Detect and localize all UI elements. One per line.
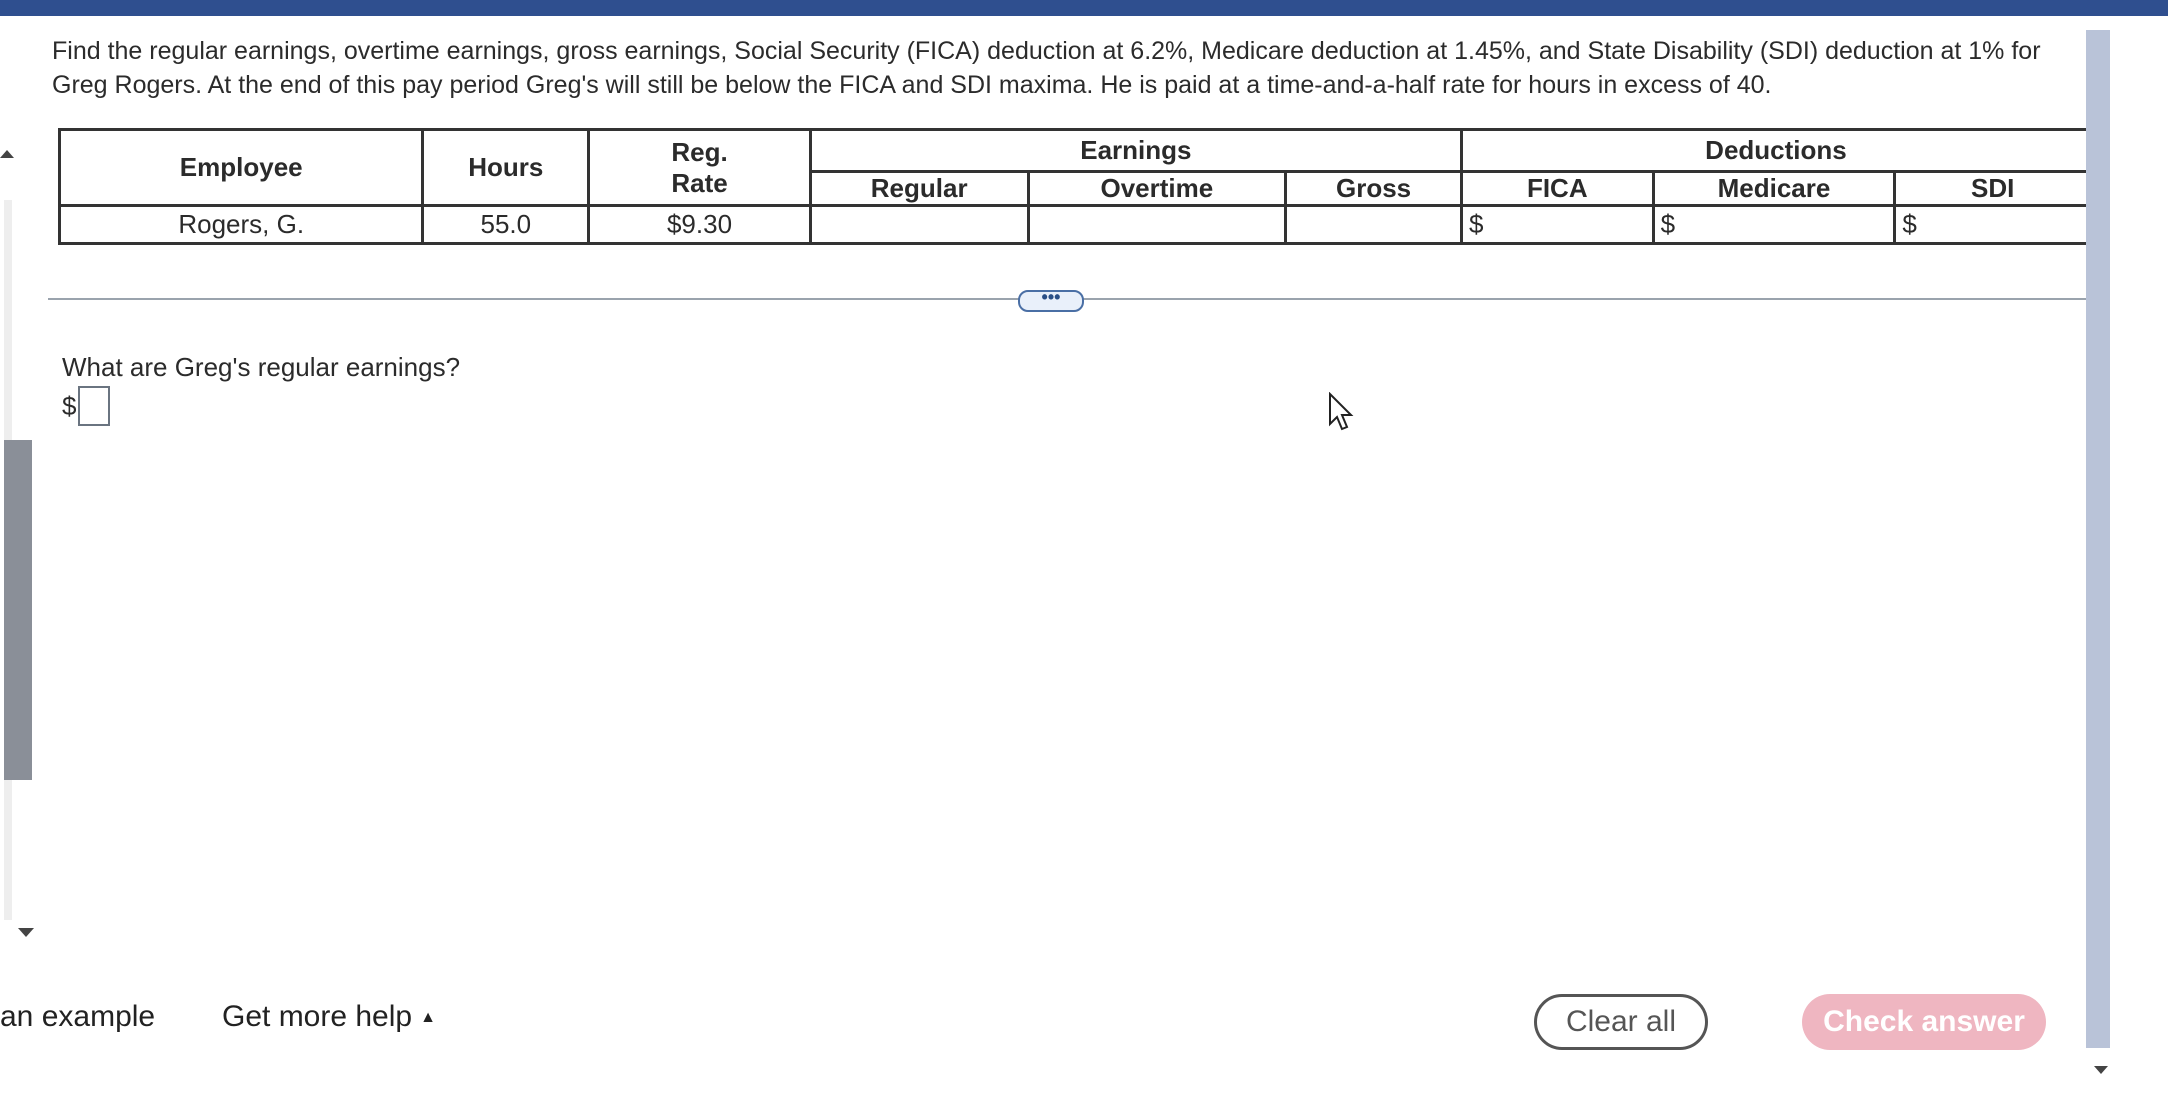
regular-earnings-answer-input[interactable] (78, 386, 111, 426)
expand-button[interactable]: ••• (1018, 288, 1084, 312)
table-row: Rogers, G. 55.0 $9.30 $ $ $ (57, 204, 2092, 245)
header-overtime: Overtime (1026, 170, 1288, 207)
clear-all-button[interactable]: Clear all (1534, 994, 1708, 1050)
header-earnings: Earnings (808, 128, 1463, 173)
header-reg-rate-line2: Rate (671, 167, 728, 198)
fica-deduction-cell[interactable]: $ (1459, 204, 1655, 245)
check-answer-button[interactable]: Check answer (1802, 994, 2046, 1050)
gross-earnings-cell[interactable] (1284, 204, 1463, 245)
answer-row: $ (62, 386, 111, 426)
medicare-dollar-sign: $ (1660, 209, 1676, 239)
header-employee: Employee (57, 128, 425, 207)
scroll-up-arrow-icon[interactable] (0, 150, 14, 158)
mouse-cursor-icon (1329, 392, 1354, 431)
scroll-down-arrow-icon[interactable] (18, 928, 34, 937)
header-deductions: Deductions (1459, 128, 2093, 173)
header-regular: Regular (808, 170, 1030, 207)
sdi-deduction-cell[interactable]: $ (1893, 204, 2092, 245)
question-text: Find the regular earnings, overtime earn… (52, 34, 2092, 102)
cell-hours: 55.0 (421, 204, 591, 245)
header-gross: Gross (1284, 170, 1463, 207)
sub-question: What are Greg's regular earnings? (62, 352, 461, 382)
question-line-2: Greg Rogers. At the end of this pay peri… (52, 71, 1772, 99)
cell-employee: Rogers, G. (57, 204, 425, 245)
header-reg-rate: Reg. Rate (587, 128, 812, 207)
medicare-deduction-cell[interactable]: $ (1651, 204, 1897, 245)
answer-currency: $ (62, 390, 77, 421)
header-medicare: Medicare (1651, 170, 1897, 207)
caret-up-icon: ▲ (420, 1009, 436, 1027)
overtime-earnings-cell[interactable] (1026, 204, 1288, 245)
get-more-help-link[interactable]: Get more help ▲ (222, 1000, 436, 1034)
cell-reg-rate: $9.30 (587, 204, 812, 245)
header-sdi: SDI (1893, 170, 2092, 207)
top-bar (0, 0, 2168, 16)
right-scrollbar-thumb[interactable] (2086, 30, 2110, 1048)
view-example-link[interactable]: an example (0, 1000, 155, 1034)
header-hours: Hours (421, 128, 591, 207)
get-more-help-label: Get more help (222, 1000, 413, 1033)
payroll-table: Employee Hours Reg. Rate Earnings Deduct… (57, 128, 2093, 245)
header-reg-rate-line1: Reg. (671, 136, 728, 167)
right-scroll-down-arrow-icon[interactable] (2094, 1066, 2108, 1074)
sdi-dollar-sign: $ (1902, 209, 1917, 239)
left-scrollbar-thumb[interactable] (4, 440, 32, 780)
regular-earnings-cell[interactable] (808, 204, 1030, 245)
header-fica: FICA (1459, 170, 1655, 207)
question-line-1: Find the regular earnings, overtime earn… (52, 37, 2041, 65)
fica-dollar-sign: $ (1468, 209, 1484, 239)
